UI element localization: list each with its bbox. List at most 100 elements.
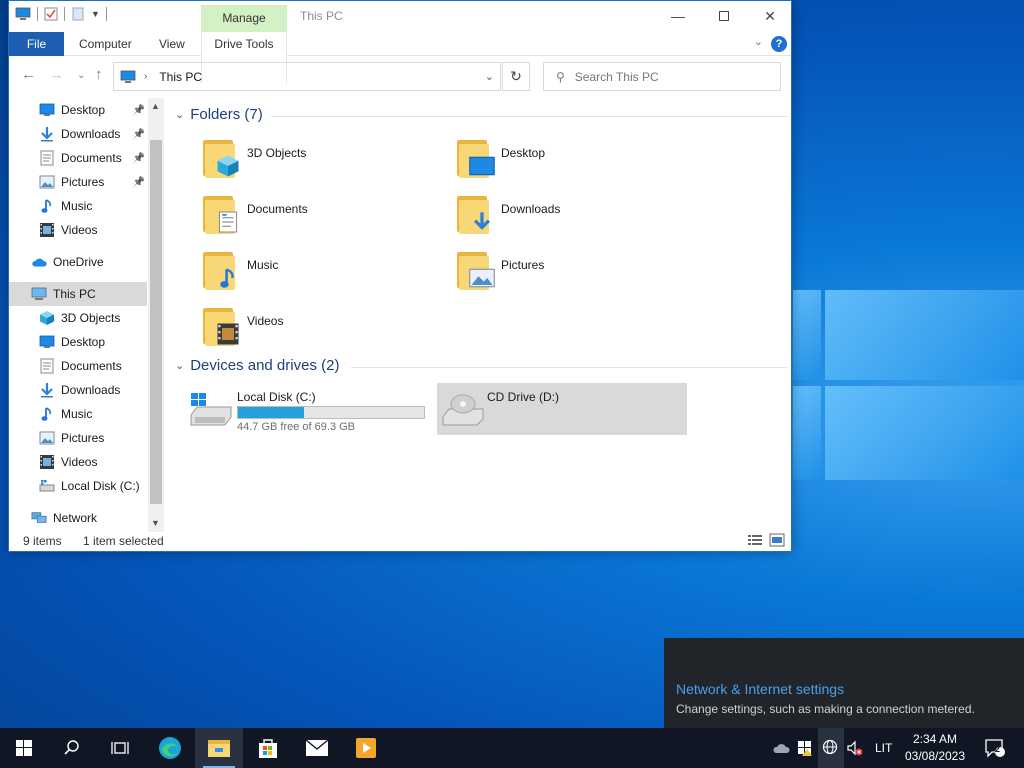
sidebar-item-this-pc[interactable]: This PC (9, 282, 147, 306)
network-tray-icon[interactable] (818, 728, 844, 768)
folder-icon (208, 740, 230, 757)
folder-label: Documents (247, 202, 308, 216)
download-arrow-icon (39, 382, 55, 398)
mail-taskbar-button[interactable] (293, 728, 341, 768)
start-button[interactable] (0, 728, 48, 768)
folder-desktop[interactable]: Desktop (455, 138, 705, 190)
file-explorer-taskbar-button[interactable] (195, 728, 243, 768)
back-arrow-icon[interactable]: ← (21, 66, 36, 83)
folder-videos[interactable]: Videos (201, 306, 451, 358)
sidebar-item-local-disk-c[interactable]: Local Disk (C:) (9, 474, 147, 498)
sidebar-item-videos[interactable]: Videos (9, 450, 147, 474)
media-player-taskbar-button[interactable] (342, 728, 390, 768)
drive-cd[interactable]: CD Drive (D:) (437, 383, 687, 435)
picture-icon (467, 264, 497, 292)
system-clock[interactable]: 2:34 AM 03/08/2023 (900, 731, 970, 765)
sidebar-item-label: Videos (61, 223, 98, 237)
desktop-icon (467, 152, 497, 180)
sidebar-item-pictures[interactable]: Pictures (9, 426, 147, 450)
divider (271, 116, 787, 117)
download-arrow-icon (39, 126, 55, 142)
volume-tray-icon[interactable] (846, 728, 864, 768)
sidebar-item-label: Documents (61, 151, 122, 165)
search-input[interactable]: ⚲ Search This PC (543, 62, 781, 91)
search-placeholder: Search This PC (574, 69, 659, 84)
desktop-icon (39, 334, 55, 350)
refresh-button[interactable]: ↻ (502, 62, 530, 91)
drive-local-disk[interactable]: Local Disk (C:) 44.7 GB free of 69.3 GB (187, 383, 437, 435)
sidebar-item-3d-objects[interactable]: 3D Objects (9, 306, 147, 330)
large-icons-view-button[interactable] (769, 533, 785, 550)
sidebar-item-network[interactable]: Network (9, 506, 147, 530)
expand-ribbon-icon[interactable]: ⌄ (754, 35, 763, 48)
network-settings-link[interactable]: Network & Internet settings (676, 681, 844, 697)
folders-group-header[interactable]: ⌄ Folders (7) (175, 106, 787, 123)
action-center-button[interactable]: 2 (980, 728, 1010, 768)
sidebar-item-pictures[interactable]: Pictures 📌 (9, 170, 147, 194)
chevron-down-icon[interactable]: ⌄ (485, 70, 494, 83)
folder-music[interactable]: Music (201, 250, 451, 302)
folder-documents[interactable]: Documents (201, 194, 451, 246)
onedrive-tray-icon[interactable] (772, 728, 790, 768)
scroll-up-icon[interactable]: ▲ (151, 101, 160, 111)
computer-icon (120, 70, 136, 83)
recent-locations-icon[interactable]: ⌄ (77, 70, 85, 81)
sidebar-item-documents[interactable]: Documents 📌 (9, 146, 147, 170)
network-icon (31, 510, 47, 526)
chevron-down-icon: ⌄ (175, 360, 185, 372)
windows-security-tray-icon[interactable] (797, 728, 813, 768)
folder-3d-objects[interactable]: 3D Objects (201, 138, 451, 190)
computer-icon[interactable] (15, 7, 31, 21)
drives-group-header[interactable]: ⌄ Devices and drives (2) (175, 357, 787, 374)
scroll-down-icon[interactable]: ▼ (151, 518, 160, 528)
search-button[interactable] (48, 728, 96, 768)
scrollbar-thumb[interactable] (150, 140, 162, 504)
folder-downloads[interactable]: Downloads (455, 194, 705, 246)
properties-icon[interactable] (44, 7, 58, 21)
sidebar-item-downloads[interactable]: Downloads 📌 (9, 122, 147, 146)
folder-label: 3D Objects (247, 146, 307, 160)
sidebar-item-desktop[interactable]: Desktop (9, 330, 147, 354)
tab-view[interactable]: View (159, 32, 185, 56)
manage-context-tab[interactable]: Manage (201, 5, 287, 32)
folder-icon (455, 194, 493, 236)
maximize-button[interactable] (701, 1, 747, 31)
edge-browser-icon (159, 737, 181, 759)
close-icon: ✕ (764, 7, 776, 24)
store-taskbar-button[interactable] (244, 728, 292, 768)
sidebar-item-documents[interactable]: Documents (9, 354, 147, 378)
tab-file[interactable]: File (9, 32, 64, 56)
navigation-pane: ▲ ▼ Desktop 📌 Downloads 📌 Documents 📌 Pictures… (9, 98, 164, 532)
sidebar-item-music[interactable]: Music (9, 402, 147, 426)
sidebar-item-desktop[interactable]: Desktop 📌 (9, 98, 147, 122)
help-button[interactable]: ? (771, 36, 787, 52)
quick-access-toolbar: ▼ (15, 7, 107, 21)
tab-computer[interactable]: Computer (79, 32, 132, 56)
music-note-icon (213, 264, 243, 292)
sidebar-item-onedrive[interactable]: OneDrive (9, 250, 147, 274)
address-bar[interactable]: › This PC ⌄ (113, 62, 501, 91)
drive-icon (39, 478, 55, 494)
close-button[interactable]: ✕ (747, 1, 793, 31)
new-folder-icon[interactable] (71, 7, 85, 21)
refresh-icon: ↻ (510, 68, 522, 84)
forward-arrow-icon[interactable]: → (49, 66, 64, 83)
minimize-button[interactable]: — (655, 1, 701, 31)
drive-label: CD Drive (D:) (487, 390, 559, 404)
up-arrow-icon[interactable]: ↑ (95, 66, 103, 83)
nav-scrollbar[interactable]: ▲ ▼ (148, 98, 164, 532)
folder-pictures[interactable]: Pictures (455, 250, 705, 302)
chevron-down-icon[interactable]: ▼ (91, 9, 100, 19)
sidebar-item-label: Documents (61, 359, 122, 373)
sidebar-item-downloads[interactable]: Downloads (9, 378, 147, 402)
folder-icon (455, 138, 495, 180)
details-view-button[interactable] (747, 533, 763, 550)
folder-label: Music (247, 258, 279, 272)
edge-taskbar-button[interactable] (146, 728, 194, 768)
input-language-indicator[interactable]: LIT (875, 728, 892, 768)
sidebar-item-music[interactable]: Music (9, 194, 147, 218)
sidebar-item-videos[interactable]: Videos (9, 218, 147, 242)
pin-icon: 📌 (132, 176, 145, 188)
breadcrumb[interactable]: This PC (159, 70, 202, 84)
task-view-button[interactable] (96, 728, 144, 768)
